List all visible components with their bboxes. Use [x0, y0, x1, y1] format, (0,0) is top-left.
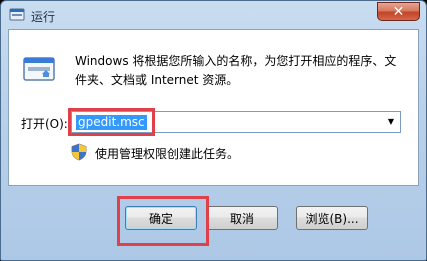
- instruction-text: Windows 将根据您所输入的名称，为您打开相应的程序、文件夹、文档或 Int…: [75, 54, 397, 87]
- dialog-content: Windows 将根据您所输入的名称，为您打开相应的程序、文件夹、文档或 Int…: [8, 29, 419, 186]
- admin-note: 使用管理权限创建此任务。: [95, 147, 240, 161]
- run-dialog-icon: [23, 57, 55, 81]
- browse-button[interactable]: 浏览(B)...: [296, 206, 368, 230]
- close-button[interactable]: ✕: [377, 2, 420, 21]
- open-label: 打开(O):: [21, 117, 68, 131]
- window-title: 运行: [31, 10, 56, 24]
- title-bar[interactable]: 运行 ✕: [1, 1, 426, 29]
- run-dialog-window: 运行 ✕ Windows 将根据您所输入的名称，为您打开相应的程序、文件夹、文档…: [0, 0, 427, 261]
- highlight-box-command: [68, 108, 155, 136]
- uac-shield-icon: [71, 143, 87, 161]
- run-icon: [9, 8, 25, 21]
- highlight-box-ok: [117, 196, 209, 246]
- cancel-button[interactable]: 取消: [206, 206, 278, 230]
- chevron-down-icon[interactable]: ▼: [384, 115, 398, 129]
- close-icon: ✕: [392, 3, 405, 20]
